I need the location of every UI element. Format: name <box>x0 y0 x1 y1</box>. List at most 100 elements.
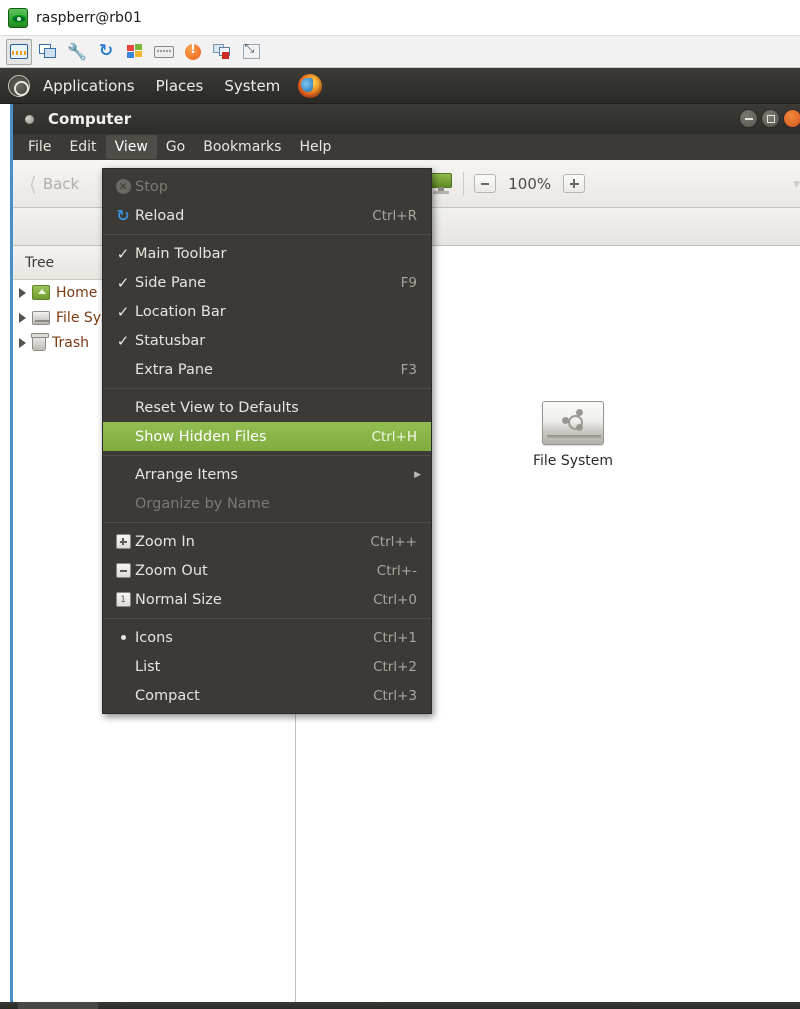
menu-item-label: Show Hidden Files <box>135 428 267 445</box>
zoom-level-label: 100% <box>508 174 552 193</box>
desktop-background <box>0 104 10 1002</box>
toolbar-separator <box>463 171 465 196</box>
menu-item-label: Icons <box>135 629 173 646</box>
menu-bar: File Edit View Go Bookmarks Help <box>13 134 800 160</box>
menu-file[interactable]: File <box>19 135 60 159</box>
menu-item-shortcut: Ctrl+2 <box>373 658 417 675</box>
vnc-window-titlebar: raspberr@rb01 <box>0 0 800 36</box>
menu-item-extra-pane[interactable]: Extra Pane F3 <box>103 355 431 384</box>
trash-icon <box>31 332 49 351</box>
panel-menu-places[interactable]: Places <box>153 75 207 97</box>
menu-item-label: Arrange Items <box>135 466 238 483</box>
menu-item-label: Organize by Name <box>135 495 270 512</box>
stop-icon: ✕ <box>111 179 135 194</box>
menu-item-reload[interactable]: ↻ Reload Ctrl+R <box>103 201 431 230</box>
panel-menu-applications[interactable]: Applications <box>40 75 138 97</box>
vnc-toolbar: 🔧 ↻ <box>0 36 800 68</box>
refresh-screen-icon[interactable]: ↻ <box>93 39 119 65</box>
menu-item-label: List <box>135 658 161 675</box>
menu-item-list[interactable]: List Ctrl+2 <box>103 652 431 681</box>
minimize-button[interactable] <box>739 109 758 128</box>
menu-item-label: Statusbar <box>135 332 206 349</box>
menu-item-shortcut: Ctrl++ <box>370 533 417 550</box>
menu-bookmarks[interactable]: Bookmarks <box>194 135 290 159</box>
menu-item-shortcut: Ctrl+0 <box>373 591 417 608</box>
sidebar-item-label: Trash <box>52 334 89 351</box>
connection-info-icon[interactable] <box>6 38 32 65</box>
menu-item-icons[interactable]: Icons Ctrl+1 <box>103 623 431 652</box>
maximize-button[interactable] <box>761 109 780 128</box>
close-button[interactable] <box>783 109 800 128</box>
menu-item-shortcut: F3 <box>400 361 417 378</box>
send-ctrl-alt-del-icon[interactable] <box>180 39 206 65</box>
computer-icon[interactable] <box>429 173 453 194</box>
taskbar-window-button[interactable] <box>18 1002 98 1009</box>
menu-item-label: Extra Pane <box>135 361 213 378</box>
icon-label: File System <box>532 453 614 469</box>
disconnect-icon[interactable] <box>209 39 235 65</box>
menu-view[interactable]: View <box>105 135 157 159</box>
window-titlebar: Computer <box>13 104 800 134</box>
vnc-app-icon <box>8 7 28 28</box>
hard-drive-icon <box>32 310 50 325</box>
expander-triangle-icon[interactable] <box>19 337 26 348</box>
check-mark-icon: ✓ <box>116 302 130 321</box>
menu-item-label: Normal Size <box>135 591 222 608</box>
sidebar-item-label: Home <box>56 284 98 301</box>
normal-size-icon: 1 <box>111 592 135 607</box>
chevron-left-icon: ⟨ <box>29 171 37 196</box>
menu-separator <box>103 388 431 389</box>
menu-item-main-toolbar[interactable]: ✓ Main Toolbar <box>103 239 431 268</box>
side-pane-header-label: Tree <box>25 254 55 271</box>
menu-item-compact[interactable]: Compact Ctrl+3 <box>103 681 431 710</box>
send-windows-key-icon[interactable] <box>122 39 148 65</box>
fullscreen-icon[interactable] <box>238 39 264 65</box>
options-icon[interactable]: 🔧 <box>64 39 90 65</box>
panel-menu-system[interactable]: System <box>221 75 283 97</box>
radio-selected-icon <box>111 635 135 640</box>
menu-item-label: Side Pane <box>135 274 207 291</box>
menu-help[interactable]: Help <box>290 135 340 159</box>
chevron-right-icon: ▶ <box>414 469 421 480</box>
menu-item-zoom-out[interactable]: Zoom Out Ctrl+- <box>103 556 431 585</box>
zoom-out-icon[interactable] <box>474 174 497 193</box>
menu-item-label: Reset View to Defaults <box>135 399 299 416</box>
chevron-down-icon[interactable]: ▼ <box>793 180 800 190</box>
new-window-icon[interactable] <box>35 39 61 65</box>
zoom-in-icon <box>111 534 135 549</box>
expander-triangle-icon[interactable] <box>19 312 26 323</box>
menu-go[interactable]: Go <box>157 135 194 159</box>
menu-item-label: Reload <box>135 207 185 224</box>
menu-item-label: Stop <box>135 178 168 195</box>
menu-item-arrange-items[interactable]: Arrange Items ▶ <box>103 460 431 489</box>
gnome-top-panel: Applications Places System <box>0 68 800 104</box>
virtual-keyboard-icon[interactable] <box>151 39 177 65</box>
window-menu-icon[interactable] <box>25 114 34 124</box>
hard-drive-ubuntu-icon <box>542 401 604 445</box>
menu-item-statusbar[interactable]: ✓ Statusbar <box>103 326 431 355</box>
menu-item-reset-view-to-defaults[interactable]: Reset View to Defaults <box>103 393 431 422</box>
gnome-bottom-taskbar <box>0 1002 800 1009</box>
menu-item-shortcut: Ctrl+- <box>376 562 417 579</box>
ubuntu-logo-icon[interactable] <box>8 74 30 97</box>
zoom-out-icon <box>111 563 135 578</box>
menu-item-shortcut: Ctrl+3 <box>373 687 417 704</box>
menu-item-show-hidden-files[interactable]: Show Hidden Files Ctrl+H <box>103 422 431 451</box>
reload-icon: ↻ <box>116 205 130 225</box>
menu-separator <box>103 455 431 456</box>
vnc-window-title: raspberr@rb01 <box>36 9 142 26</box>
menu-item-shortcut: Ctrl+1 <box>373 629 417 646</box>
menu-item-label: Location Bar <box>135 303 226 320</box>
menu-item-side-pane[interactable]: ✓ Side Pane F9 <box>103 268 431 297</box>
menu-item-normal-size[interactable]: 1 Normal Size Ctrl+0 <box>103 585 431 614</box>
menu-item-location-bar[interactable]: ✓ Location Bar <box>103 297 431 326</box>
zoom-in-icon[interactable] <box>563 174 586 193</box>
menu-item-zoom-in[interactable]: Zoom In Ctrl++ <box>103 527 431 556</box>
firefox-icon[interactable] <box>298 73 323 98</box>
menu-edit[interactable]: Edit <box>60 135 105 159</box>
window-controls <box>739 109 800 128</box>
expander-triangle-icon[interactable] <box>19 287 26 298</box>
check-mark-icon: ✓ <box>116 244 130 263</box>
list-item[interactable]: File System <box>518 401 628 469</box>
back-button[interactable]: ⟨ Back <box>21 171 87 197</box>
